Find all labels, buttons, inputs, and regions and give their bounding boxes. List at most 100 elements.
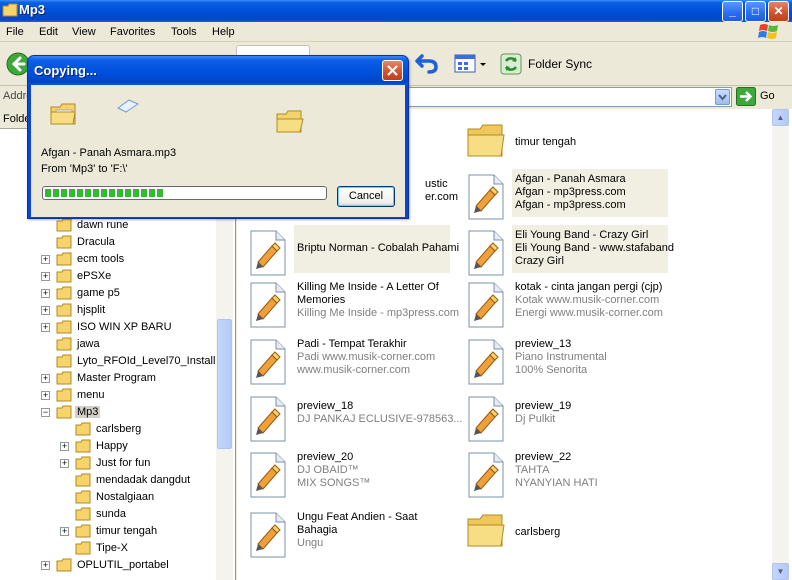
address-dropdown-button[interactable] (715, 89, 730, 105)
file-item[interactable]: Afgan - Panah Asmara Afgan - mp3press.com… (458, 169, 668, 221)
file-item[interactable]: Killing Me Inside - A Letter Of Memories … (240, 277, 459, 329)
file-name: carlsberg (515, 526, 561, 538)
tree-item[interactable]: carlsberg (0, 421, 214, 438)
content-scrollbar[interactable]: ▲ ▼ (772, 109, 789, 580)
expand-icon[interactable]: + (60, 527, 69, 536)
folder-icon (56, 286, 72, 303)
menu-view[interactable]: View (72, 26, 96, 38)
tree-item[interactable]: Tipe-X (0, 540, 214, 557)
copying-dialog: Copying... Afgan - Panah Asmara.mp3 From… (27, 55, 409, 219)
menu-edit[interactable]: Edit (39, 26, 58, 38)
tree-item[interactable]: − Mp3 (0, 404, 214, 421)
folder-icon (56, 218, 72, 235)
file-detail: Dj Pulkit (515, 413, 556, 425)
file-item[interactable]: preview_18 DJ PANKAJ ECLUSIVE-978563... (240, 391, 462, 443)
menu-favorites[interactable]: Favorites (110, 26, 155, 38)
maximize-button[interactable]: □ (745, 1, 766, 22)
file-item[interactable]: Ungu Feat Andien - Saat Bahagia Ungu (240, 507, 450, 559)
expand-icon[interactable]: + (41, 323, 50, 332)
audio-file-icon (248, 229, 288, 280)
audio-file-icon (248, 451, 288, 502)
file-detail: Padi www.musik-corner.com (297, 351, 436, 363)
tree-item[interactable]: jawa (0, 336, 214, 353)
folders-scroll-thumb[interactable] (217, 319, 232, 449)
expand-icon[interactable]: + (60, 442, 69, 451)
file-item[interactable]: preview_13 Piano Instrumental 100% Senorit… (458, 334, 668, 386)
tree-item[interactable]: + Master Program (0, 370, 214, 387)
dialog-titlebar[interactable]: Copying... (28, 56, 408, 85)
audio-file-icon (248, 338, 288, 389)
close-button[interactable]: ✕ (768, 1, 789, 22)
audio-file-icon (466, 281, 506, 332)
file-detail: 100% Senorita (515, 364, 588, 376)
tree-item-label: sunda (96, 508, 126, 520)
tree-item[interactable]: Nostalgiaan (0, 489, 214, 506)
scroll-down-arrow-icon[interactable]: ▼ (772, 563, 789, 580)
tree-item[interactable]: + OPLUTIL_portabel (0, 557, 214, 574)
go-button[interactable]: Go (760, 90, 775, 102)
expand-icon[interactable]: + (41, 374, 50, 383)
collapse-icon[interactable]: − (41, 408, 50, 417)
file-item[interactable]: Padi - Tempat Terakhir Padi www.musik-cor… (240, 334, 450, 386)
dialog-close-button[interactable] (382, 60, 403, 81)
folder-sync-button[interactable]: Folder Sync (528, 57, 592, 71)
file-item[interactable]: preview_20 DJ OBAID™ MIX SONGS™ (240, 447, 450, 499)
tree-item[interactable]: + ecm tools (0, 251, 214, 268)
file-name: preview_13 (515, 338, 572, 350)
expand-icon[interactable]: + (41, 255, 50, 264)
scroll-up-arrow-icon[interactable]: ▲ (772, 109, 789, 126)
views-icon[interactable] (454, 54, 488, 77)
tree-item[interactable]: sunda (0, 506, 214, 523)
file-detail: DJ OBAID™ (297, 464, 359, 476)
audio-file-icon (466, 173, 506, 224)
file-name: kotak - cinta jangan pergi (cjp) (515, 281, 663, 293)
tree-item[interactable]: dawn rune (0, 217, 214, 234)
folder-sync-icon[interactable] (499, 52, 523, 79)
tree-item[interactable]: + timur tengah (0, 523, 214, 540)
go-arrow-icon[interactable] (736, 87, 756, 109)
file-item[interactable]: kotak - cinta jangan pergi (cjp) Kotak ww… (458, 277, 668, 329)
expand-icon[interactable]: + (41, 561, 50, 570)
tree-item[interactable]: Dracula (0, 234, 214, 251)
tree-item[interactable]: + ePSXe (0, 268, 214, 285)
file-detail: Piano Instrumental (515, 351, 607, 363)
tree-item[interactable]: + ISO WIN XP BARU (0, 319, 214, 336)
window-titlebar[interactable]: Mp3 _ □ ✕ (0, 0, 792, 22)
cancel-button[interactable]: Cancel (337, 186, 395, 207)
folder-icon (75, 490, 91, 507)
expand-icon[interactable]: + (41, 289, 50, 298)
folder-item[interactable]: carlsberg (458, 507, 668, 559)
tree-item[interactable]: + menu (0, 387, 214, 404)
tree-item[interactable]: + Happy (0, 438, 214, 455)
file-name: Briptu Norman - Cobalah Pahami (297, 242, 460, 254)
file-detail: Afgan - mp3press.com (515, 199, 626, 211)
tree-item[interactable]: + hjsplit (0, 302, 214, 319)
folder-icon (466, 511, 506, 552)
audio-file-icon (466, 338, 506, 389)
file-item[interactable]: Briptu Norman - Cobalah Pahami (240, 225, 459, 280)
file-detail: Memories (297, 294, 346, 306)
menu-file[interactable]: File (6, 26, 24, 38)
file-name: timur tengah (515, 136, 577, 148)
undo-icon[interactable] (415, 52, 439, 77)
tree-item[interactable]: mendadak dangdut (0, 472, 214, 489)
dialog-title: Copying... (34, 63, 97, 78)
folder-icon (75, 422, 91, 439)
expand-icon[interactable]: + (41, 306, 50, 315)
menu-tools[interactable]: Tools (171, 26, 197, 38)
menu-help[interactable]: Help (212, 26, 235, 38)
expand-icon[interactable]: + (41, 272, 50, 281)
tree-item[interactable]: + Just for fun (0, 455, 214, 472)
expand-icon[interactable]: + (60, 459, 69, 468)
file-item[interactable]: preview_22 TAHTA NYANYIAN HATI (458, 447, 668, 499)
file-item[interactable]: Eli Young Band - Crazy Girl Eli Young Ban… (458, 225, 674, 277)
tree-item-label: carlsberg (96, 423, 142, 435)
file-item[interactable]: preview_19 Dj Pulkit (458, 391, 668, 443)
file-name: Eli Young Band - Crazy Girl (515, 229, 649, 241)
expand-icon[interactable]: + (41, 391, 50, 400)
minimize-button[interactable]: _ (722, 1, 743, 22)
file-name: Padi - Tempat Terakhir (297, 338, 407, 350)
folder-item[interactable]: timur tengah (458, 117, 668, 169)
tree-item[interactable]: Lyto_RFOId_Level70_Install (0, 353, 215, 370)
tree-item[interactable]: + game p5 (0, 285, 214, 302)
